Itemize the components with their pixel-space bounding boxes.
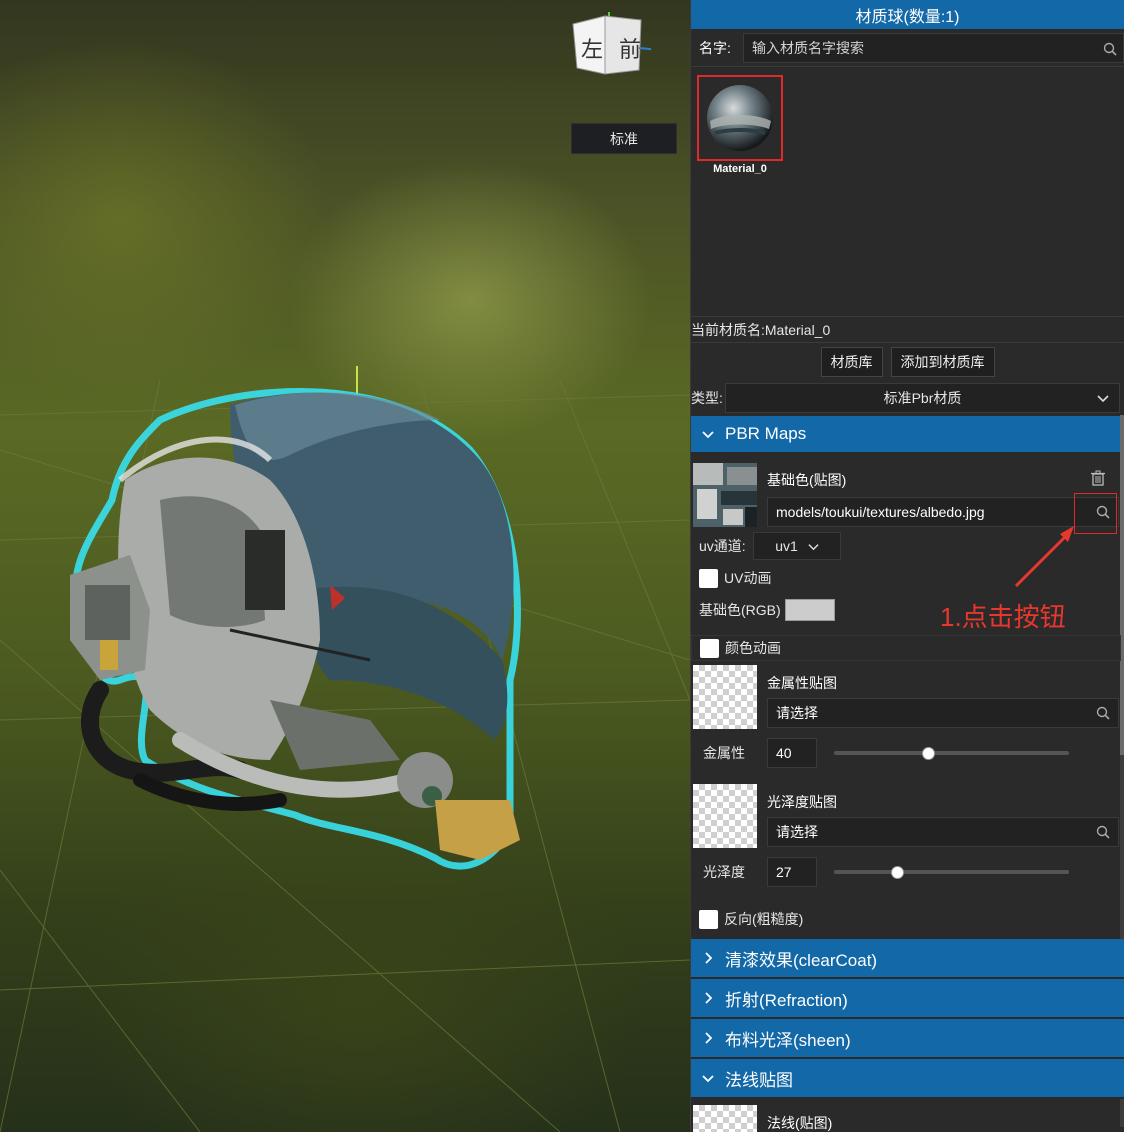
trash-icon[interactable]: [1090, 470, 1106, 486]
glossiness-label: 光泽度: [703, 864, 745, 880]
search-label: 名字:: [699, 39, 731, 56]
glossiness-slider-thumb[interactable]: [891, 866, 905, 879]
glossiness-input[interactable]: 27: [767, 857, 817, 887]
material-list: Material_0: [691, 67, 1124, 317]
color-animation-row: 颜色动画: [691, 635, 1121, 661]
color-animation-label: 颜色动画: [725, 640, 781, 656]
glossiness-map-field[interactable]: 请选择: [767, 817, 1119, 847]
3d-viewport[interactable]: 左 前 标准: [0, 0, 690, 1132]
annotation-text: 1.点击按钮: [940, 602, 1066, 632]
uv-animation-checkbox[interactable]: [699, 568, 718, 588]
current-material-label: 当前材质名:Material_0: [691, 317, 1124, 343]
invert-roughness-checkbox[interactable]: [699, 909, 718, 929]
material-search-row: 名字:: [691, 29, 1124, 67]
search-icon[interactable]: [1096, 706, 1110, 720]
render-mode-button[interactable]: 标准: [571, 123, 677, 154]
chevron-down-icon: [808, 543, 819, 550]
glossiness-row: 光泽度 27: [703, 857, 817, 887]
metalness-slider-track[interactable]: [834, 751, 1069, 755]
chevron-down-icon: [702, 1075, 714, 1083]
metalness-map-field[interactable]: 请选择: [767, 698, 1119, 728]
uv-animation-row: UV动画: [699, 568, 771, 588]
glossiness-texture-thumbnail[interactable]: [693, 784, 757, 848]
section-sheen-title: 布料光泽(sheen): [725, 1030, 851, 1050]
metalness-texture-thumbnail[interactable]: [693, 665, 757, 729]
glossiness-map-value: 请选择: [776, 824, 818, 840]
section-normal-map-title: 法线贴图: [725, 1070, 793, 1090]
chevron-right-icon: [705, 1032, 713, 1044]
glossiness-map-label: 光泽度贴图: [767, 794, 837, 810]
section-pbr-maps[interactable]: PBR Maps: [691, 416, 1124, 454]
material-item[interactable]: Material_0: [697, 75, 783, 175]
uv-channel-label: uv通道:: [699, 538, 746, 554]
uv-animation-label: UV动画: [724, 570, 772, 586]
section-refraction-title: 折射(Refraction): [725, 990, 848, 1010]
search-icon[interactable]: [1096, 825, 1110, 839]
metalness-input[interactable]: 40: [767, 738, 817, 768]
base-color-rgb-label: 基础色(RGB): [699, 602, 781, 618]
material-type-value: 标准Pbr材质: [883, 390, 962, 406]
metalness-map-label: 金属性贴图: [767, 675, 837, 691]
section-clearcoat[interactable]: 清漆效果(clearCoat): [691, 939, 1124, 979]
add-to-library-button[interactable]: 添加到材质库: [890, 347, 995, 377]
panel-title: 材质球(数量:1): [691, 0, 1124, 29]
view-cube[interactable]: 左 前: [571, 12, 662, 82]
section-clearcoat-title: 清漆效果(clearCoat): [725, 950, 878, 970]
chevron-right-icon: [705, 952, 713, 964]
chevron-down-icon: [1097, 395, 1109, 403]
search-icon[interactable]: [1103, 42, 1117, 56]
material-library-button[interactable]: 材质库: [820, 347, 883, 377]
base-color-swatch[interactable]: [784, 599, 835, 621]
material-search-input[interactable]: [752, 39, 1072, 56]
base-color-path: models/toukui/textures/albedo.jpg: [776, 504, 985, 520]
material-type-select[interactable]: 标准Pbr材质: [725, 383, 1120, 413]
metalness-map-value: 请选择: [776, 705, 818, 721]
material-search-box[interactable]: [743, 32, 1124, 63]
normal-texture-thumbnail[interactable]: [693, 1105, 757, 1132]
glossiness-slider-track[interactable]: [834, 870, 1069, 874]
invert-roughness-label: 反向(粗糙度): [724, 911, 804, 927]
metalness-slider-thumb[interactable]: [922, 747, 935, 760]
uv-channel-row: uv通道: uv1: [699, 532, 841, 560]
uv-channel-select[interactable]: uv1: [753, 532, 841, 560]
color-animation-checkbox[interactable]: [700, 638, 719, 658]
section-normal-map[interactable]: 法线贴图: [691, 1059, 1124, 1099]
highlight-search-button-box: [1074, 493, 1117, 534]
uv-channel-value: uv1: [775, 538, 798, 554]
helmet-model[interactable]: [40, 360, 560, 880]
section-sheen[interactable]: 布料光泽(sheen): [691, 1019, 1124, 1059]
normal-map-label: 法线(贴图): [767, 1115, 833, 1131]
albedo-texture-thumbnail[interactable]: [693, 463, 757, 527]
annotation-arrow: [1014, 526, 1074, 588]
section-pbr-maps-title: PBR Maps: [725, 424, 807, 443]
metalness-row: 金属性 40: [703, 738, 817, 768]
chevron-down-icon: [702, 431, 714, 439]
invert-roughness-row: 反向(粗糙度): [699, 909, 803, 929]
base-color-map-label: 基础色(贴图): [767, 472, 847, 488]
view-cube-left-face[interactable]: 左: [581, 32, 603, 64]
library-button-row: 材质库 添加到材质库: [691, 345, 1124, 379]
section-refraction[interactable]: 折射(Refraction): [691, 979, 1124, 1019]
material-type-row: 类型: 标准Pbr材质: [691, 380, 1124, 416]
material-preview-sphere[interactable]: [697, 75, 783, 161]
normal-map-content: 法线(贴图): [691, 1099, 1124, 1132]
material-name: Material_0: [713, 163, 767, 175]
base-color-rgb-row: 基础色(RGB): [699, 599, 835, 621]
type-label: 类型:: [691, 390, 723, 406]
chevron-right-icon: [705, 992, 713, 1004]
metalness-label: 金属性: [703, 745, 745, 761]
view-cube-front-face[interactable]: 前: [619, 32, 641, 64]
